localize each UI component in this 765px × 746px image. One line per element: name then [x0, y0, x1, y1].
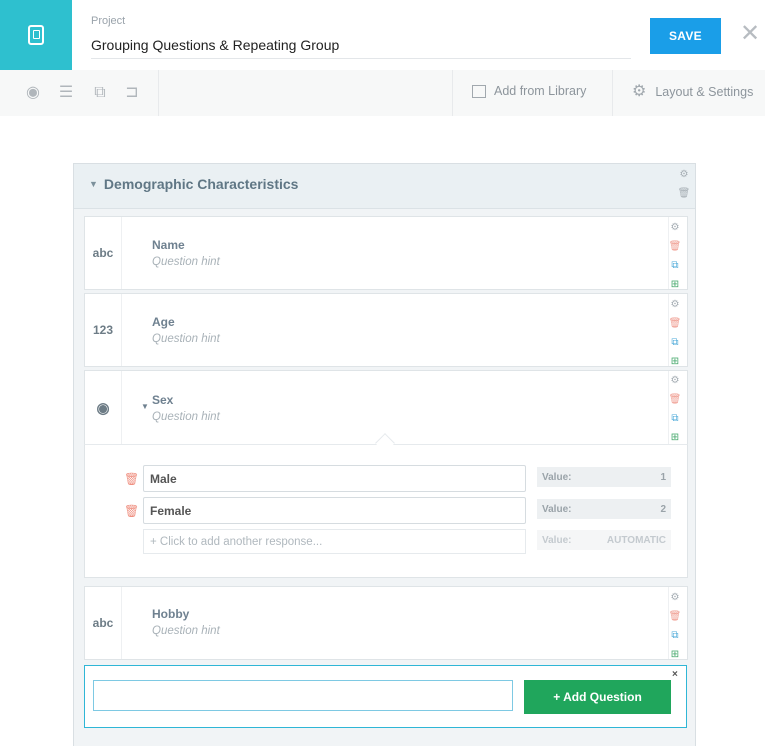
question-hint[interactable]: Question hint [152, 256, 220, 268]
duplicate-icon[interactable]: ⧉ [671, 626, 678, 645]
group-title[interactable]: ▼ Demographic Characteristics [89, 176, 298, 192]
copy-icon[interactable]: ⧉ [90, 83, 110, 103]
group-actions: ⚙ 🗑 [677, 165, 691, 203]
gear-icon[interactable]: ⚙ [671, 588, 680, 607]
question-card[interactable]: abc Name Question hint [84, 216, 688, 290]
question-card[interactable]: 123 Age Question hint [84, 293, 688, 367]
add-below-icon[interactable]: ⊞ [671, 275, 679, 294]
caret-down-icon[interactable]: ▼ [89, 179, 98, 189]
group-title-text: Demographic Characteristics [103, 176, 299, 192]
text-type-icon: abc [85, 587, 122, 659]
question-card[interactable]: abc Hobby Question hint [84, 586, 688, 660]
trash-icon[interactable]: 🗑 [669, 607, 682, 626]
value-text: 2 [660, 503, 666, 515]
close-icon[interactable]: ✕ [740, 22, 760, 46]
app-logo [0, 0, 72, 70]
question-hint[interactable]: Question hint [152, 333, 220, 345]
question-title[interactable]: Age [152, 315, 175, 329]
save-button[interactable]: SAVE [650, 18, 721, 54]
question-hint[interactable]: Question hint [152, 625, 220, 637]
add-below-icon[interactable]: ⊞ [671, 352, 679, 371]
project-title-field[interactable]: Grouping Questions & Repeating Group [91, 33, 631, 59]
question-actions: ⚙ 🗑 ⧉ ⊞ [668, 588, 682, 664]
question-actions: ⚙ 🗑 ⧉ ⊞ [668, 218, 682, 294]
number-type-icon: 123 [85, 294, 122, 366]
trash-icon[interactable]: 🗑 [678, 184, 691, 203]
add-question-button[interactable]: + Add Question [524, 680, 671, 714]
trash-icon[interactable]: 🗑 [669, 314, 682, 333]
project-label: Project [91, 15, 126, 27]
add-from-library-label: Add from Library [494, 84, 587, 98]
list-icon[interactable]: ☰ [56, 83, 76, 103]
gear-icon[interactable]: ⚙ [671, 295, 680, 314]
add-below-icon[interactable]: ⊞ [671, 645, 679, 664]
duplicate-icon[interactable]: ⧉ [671, 333, 678, 352]
branch-icon[interactable]: ⊐ [122, 83, 142, 103]
phone-icon [28, 25, 44, 45]
value-label: Value: [542, 471, 572, 483]
question-actions: ⚙ 🗑 ⧉ ⊞ [668, 371, 682, 447]
question-hint[interactable]: Question hint [152, 411, 220, 423]
layout-settings-button[interactable]: ⚙ Layout & Settings [632, 84, 753, 100]
trash-icon[interactable]: 🗑 [124, 504, 139, 518]
duplicate-icon[interactable]: ⧉ [671, 409, 678, 428]
question-title[interactable]: Hobby [152, 607, 189, 621]
caret-down-icon[interactable]: ▼ [141, 402, 149, 411]
gear-icon: ⚙ [632, 83, 647, 100]
new-question-input[interactable] [93, 680, 513, 711]
value-label: Value: [542, 503, 572, 515]
option-input[interactable]: Female [143, 497, 526, 524]
question-title[interactable]: Sex [152, 393, 173, 407]
trash-icon[interactable]: 🗑 [669, 237, 682, 256]
text-type-icon: abc [85, 217, 122, 289]
toolbar: ◉ ☰ ⧉ ⊐ Add from Library ⚙ Layout & Sett… [0, 70, 765, 116]
add-response-input[interactable]: + Click to add another response... [143, 529, 526, 554]
gear-icon[interactable]: ⚙ [671, 218, 680, 237]
trash-icon[interactable]: 🗑 [669, 390, 682, 409]
option-value-field[interactable]: Value: 1 [537, 467, 671, 487]
value-text: 1 [660, 471, 666, 483]
question-title[interactable]: Name [152, 238, 185, 252]
gear-icon[interactable]: ⚙ [671, 371, 680, 390]
duplicate-icon[interactable]: ⧉ [671, 256, 678, 275]
layout-settings-label: Layout & Settings [655, 85, 754, 99]
value-text: AUTOMATIC [606, 534, 666, 546]
add-from-library-button[interactable]: Add from Library [472, 84, 586, 98]
question-actions: ⚙ 🗑 ⧉ ⊞ [668, 295, 682, 371]
option-value-field: Value: AUTOMATIC [537, 530, 671, 550]
gear-icon[interactable]: ⚙ [680, 165, 689, 184]
option-value-field[interactable]: Value: 2 [537, 499, 671, 519]
library-icon [472, 84, 486, 98]
close-icon[interactable]: × [672, 669, 678, 680]
option-input[interactable]: Male [143, 465, 526, 492]
radio-type-icon: ◉ [85, 371, 122, 445]
eye-icon[interactable]: ◉ [23, 83, 43, 103]
value-label: Value: [542, 534, 572, 546]
trash-icon[interactable]: 🗑 [124, 472, 139, 486]
